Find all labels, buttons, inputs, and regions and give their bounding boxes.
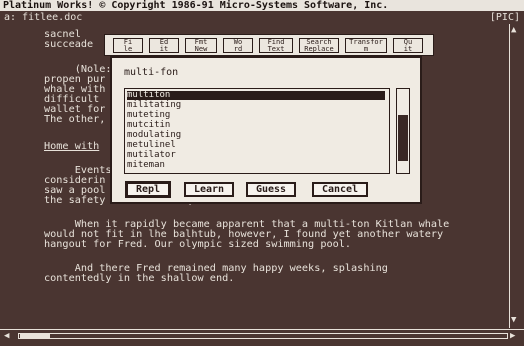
spelling-dialog: multi-fon multiton militating muteting mutc… bbox=[110, 56, 422, 204]
word-input[interactable]: multi-fon bbox=[124, 66, 414, 80]
replace-button[interactable]: Repl bbox=[126, 182, 170, 197]
menu-toolbar: Fi le Ed it Fmt New Wo rd Find Text Search Re… bbox=[104, 34, 434, 56]
suggestion-item[interactable]: militating bbox=[127, 101, 385, 110]
vertical-scrollbar[interactable]: ▲ ▼ bbox=[509, 24, 521, 328]
document-line: The other, bbox=[44, 114, 106, 125]
horizontal-scroll-track[interactable] bbox=[18, 333, 508, 339]
section-heading: Home with bbox=[44, 141, 100, 152]
suggestion-scrollbar[interactable] bbox=[396, 88, 410, 174]
scroll-down-icon[interactable]: ▼ bbox=[511, 316, 516, 325]
title-text: Platinum Works! © Copyright 1986-91 Micr… bbox=[3, 0, 389, 11]
filename: a: fitlee.doc bbox=[4, 12, 83, 23]
cancel-button[interactable]: Cancel bbox=[312, 182, 368, 197]
toolbar-button[interactable]: Wo rd bbox=[223, 38, 253, 53]
horizontal-scrollbar[interactable]: ◀ ▶ bbox=[0, 329, 524, 343]
document-line: contentedly in the shallow end. bbox=[44, 273, 235, 284]
toolbar-button[interactable]: Qu it bbox=[393, 38, 423, 53]
scroll-right-icon[interactable]: ▶ bbox=[510, 332, 515, 341]
scroll-left-icon[interactable]: ◀ bbox=[4, 332, 9, 341]
document-line: hangout for Fred. Our olympic sized swim… bbox=[44, 239, 352, 250]
toolbar-button[interactable]: Fi le bbox=[113, 38, 143, 53]
toolbar-button[interactable]: Transfor m bbox=[345, 38, 387, 53]
file-status-bar: a: fitlee.doc [PIC] bbox=[0, 12, 524, 23]
suggestion-item[interactable]: mutcitin bbox=[127, 121, 385, 130]
toolbar-button[interactable]: Ed it bbox=[149, 38, 179, 53]
suggestion-item-selected[interactable]: multiton bbox=[127, 91, 385, 100]
suggestion-item[interactable]: mutilator bbox=[127, 151, 385, 160]
suggestion-item[interactable]: modulating bbox=[127, 131, 385, 140]
toolbar-button[interactable]: Fmt New bbox=[185, 38, 217, 53]
suggestion-scroll-thumb[interactable] bbox=[398, 115, 408, 161]
guess-button[interactable]: Guess bbox=[246, 182, 296, 197]
title-bar: Platinum Works! © Copyright 1986-91 Micr… bbox=[0, 0, 524, 11]
suggestion-item[interactable]: miteman bbox=[127, 161, 385, 170]
toolbar-button[interactable]: Search Replace bbox=[299, 38, 339, 53]
toolbar-button[interactable]: Find Text bbox=[259, 38, 293, 53]
scroll-up-icon[interactable]: ▲ bbox=[511, 26, 516, 35]
suggestion-item[interactable]: muteting bbox=[127, 111, 385, 120]
suggestion-item[interactable]: metulinel bbox=[127, 141, 385, 150]
suggestion-list[interactable]: multiton militating muteting mutcitin modula… bbox=[124, 88, 390, 174]
horizontal-scroll-thumb[interactable] bbox=[20, 334, 50, 338]
mode-indicator: [PIC] bbox=[489, 12, 520, 23]
word-processor-screen: Platinum Works! © Copyright 1986-91 Micr… bbox=[0, 0, 524, 346]
learn-button[interactable]: Learn bbox=[184, 182, 234, 197]
